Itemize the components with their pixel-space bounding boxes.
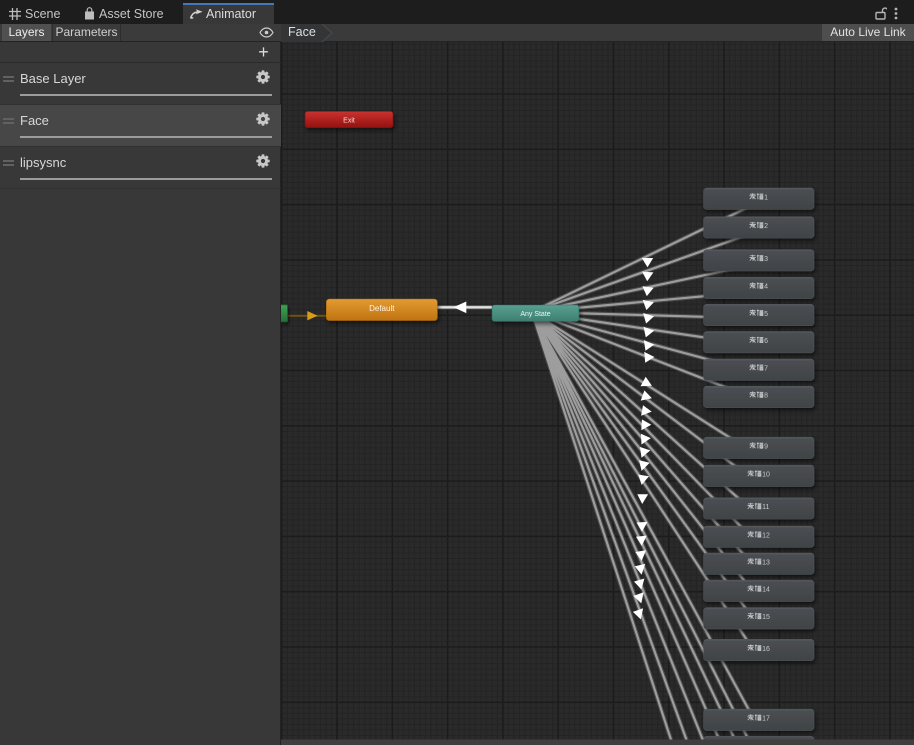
svg-text:2: 2 [764, 223, 768, 230]
svg-text:17: 17 [762, 716, 770, 723]
svg-text:15: 15 [762, 614, 770, 621]
svg-text:8: 8 [764, 393, 768, 400]
svg-text:7: 7 [764, 366, 768, 373]
svg-text:12: 12 [762, 533, 770, 540]
svg-text:13: 13 [762, 560, 770, 567]
svg-text:16: 16 [762, 646, 770, 653]
svg-text:11: 11 [762, 504, 769, 511]
svg-text:Default: Default [369, 304, 395, 313]
svg-text:4: 4 [764, 284, 768, 291]
svg-text:Exit: Exit [343, 117, 355, 124]
svg-text:3: 3 [764, 256, 768, 263]
svg-text:14: 14 [762, 587, 770, 594]
svg-text:1: 1 [764, 195, 768, 202]
svg-text:9: 9 [764, 444, 768, 451]
svg-text:5: 5 [764, 311, 768, 318]
svg-text:6: 6 [764, 338, 768, 345]
svg-text:10: 10 [762, 472, 770, 479]
svg-text:Any State: Any State [520, 311, 550, 318]
